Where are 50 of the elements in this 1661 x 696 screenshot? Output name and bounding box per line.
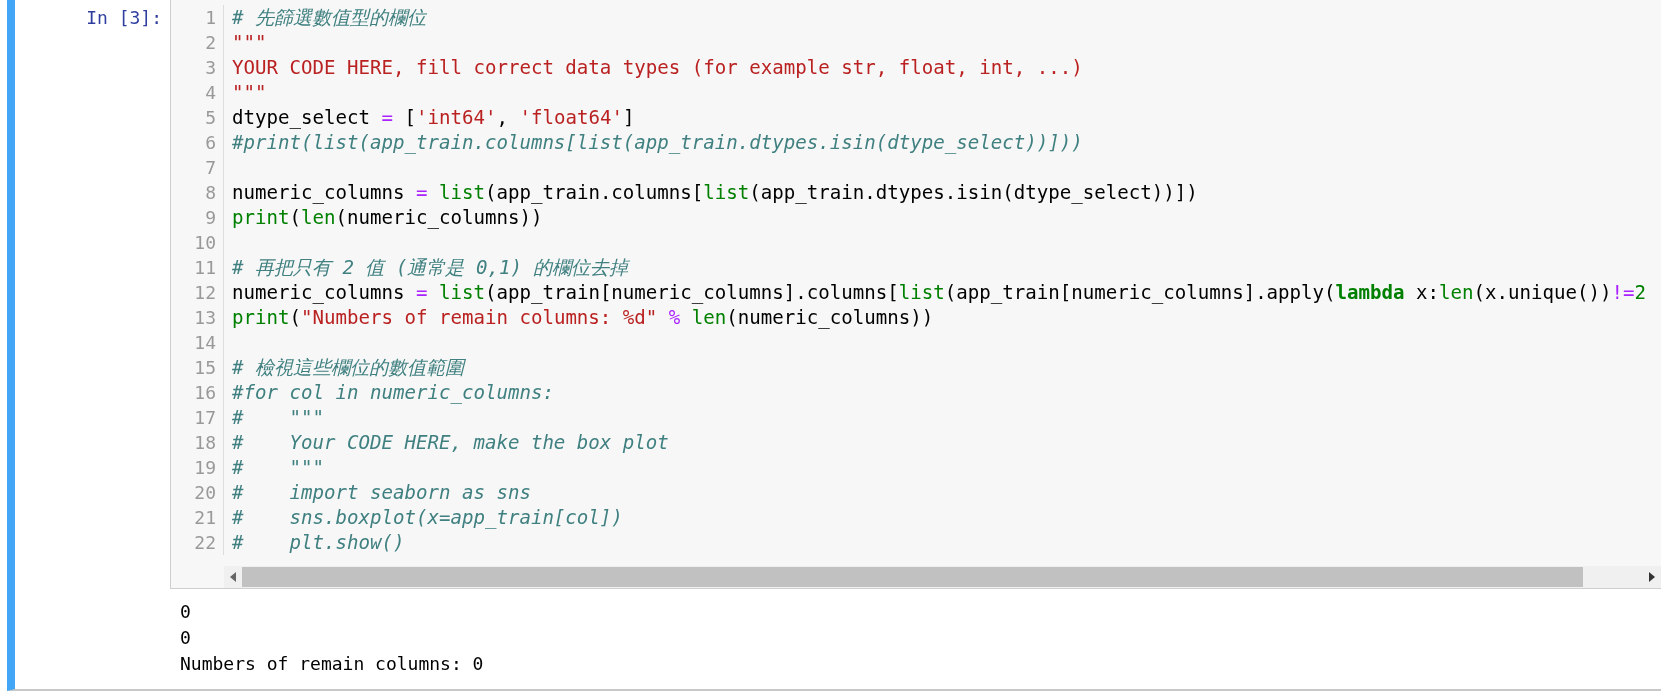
scrollbar-thumb[interactable] bbox=[242, 567, 1583, 587]
code-line: #print(list(app_train.columns[list(app_train.dtypes.isin(dtype_select))])) bbox=[232, 130, 1084, 155]
line-number: 13 bbox=[193, 306, 217, 330]
line-number: 8 bbox=[204, 181, 217, 205]
code-line: print("Numbers of remain columns: %d" % len(numeric_columns)) bbox=[232, 305, 935, 330]
code-line: # """ bbox=[232, 455, 325, 480]
left-triangle-icon bbox=[229, 572, 237, 582]
line-number: 3 bbox=[204, 56, 217, 80]
output-line: 0 bbox=[180, 626, 192, 650]
code-line: dtype_select = ['int64', 'float64'] bbox=[232, 105, 636, 130]
line-number: 6 bbox=[204, 131, 217, 155]
code-line: #for col in numeric_columns: bbox=[232, 380, 555, 405]
code-line: """ bbox=[232, 30, 268, 55]
code-line: numeric_columns = list(app_train[numeric_columns].columns[list(app_train[numeric_columns].apply(lambda x:len(x.unique())!=2 bbox=[232, 280, 1648, 305]
code-line: # """ bbox=[232, 405, 325, 430]
line-number: 5 bbox=[204, 106, 217, 130]
code-line: # 先篩選數值型的欄位 bbox=[232, 5, 428, 30]
line-number: 1 bbox=[204, 6, 217, 30]
line-number: 18 bbox=[193, 431, 217, 455]
line-number: 7 bbox=[204, 156, 217, 180]
code-editor[interactable] bbox=[170, 0, 1661, 589]
line-number: 11 bbox=[193, 256, 217, 280]
code-line: # 再把只有 2 值 (通常是 0,1) 的欄位去掉 bbox=[232, 255, 631, 280]
input-prompt: In [3]: bbox=[85, 6, 163, 30]
right-triangle-icon bbox=[1648, 572, 1656, 582]
code-line: # 檢視這些欄位的數值範圍 bbox=[232, 355, 467, 380]
line-number: 15 bbox=[193, 356, 217, 380]
line-number: 21 bbox=[193, 506, 217, 530]
line-number: 4 bbox=[204, 81, 217, 105]
line-number: 22 bbox=[193, 531, 217, 555]
horizontal-scrollbar[interactable] bbox=[224, 566, 1661, 588]
output-line: 0 bbox=[180, 600, 192, 624]
code-line: # plt.show() bbox=[232, 530, 406, 555]
line-number: 16 bbox=[193, 381, 217, 405]
line-number: 10 bbox=[193, 231, 217, 255]
line-number: 14 bbox=[193, 331, 217, 355]
code-line: print(len(numeric_columns)) bbox=[232, 205, 544, 230]
code-line: YOUR CODE HERE, fill correct data types (for example str, float, int, ...) bbox=[232, 55, 1084, 80]
code-line: # sns.boxplot(x=app_train[col]) bbox=[232, 505, 624, 530]
code-line: numeric_columns = list(app_train.columns[list(app_train.dtypes.isin(dtype_select))]) bbox=[232, 180, 1199, 205]
line-number: 19 bbox=[193, 456, 217, 480]
line-number: 17 bbox=[193, 406, 217, 430]
line-number: 9 bbox=[204, 206, 217, 230]
line-number: 12 bbox=[193, 281, 217, 305]
line-number: 2 bbox=[204, 31, 217, 55]
code-line: # import seaborn as sns bbox=[232, 480, 532, 505]
output-line: Numbers of remain columns: 0 bbox=[180, 652, 485, 676]
code-line: """ bbox=[232, 80, 268, 105]
line-number: 20 bbox=[193, 481, 217, 505]
code-line: # Your CODE HERE, make the box plot bbox=[232, 430, 670, 455]
